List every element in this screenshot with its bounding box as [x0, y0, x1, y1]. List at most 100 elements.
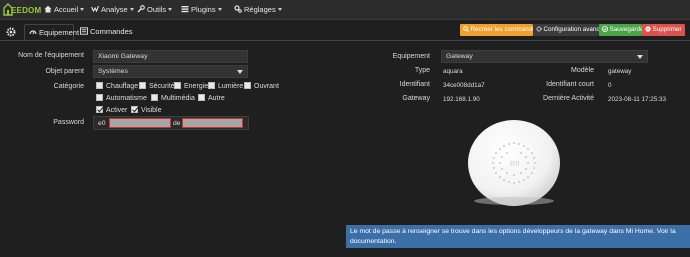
type-label: Type [414, 67, 430, 74]
category-energie[interactable]: Energie [174, 82, 208, 92]
recreate-commands-label: Recréer les commandes [470, 26, 539, 33]
nav-accueil-label: Accueil [54, 5, 79, 14]
delete-button[interactable]: Supprimer [642, 24, 685, 36]
password-redaction [109, 118, 171, 128]
chevron-down-icon [277, 8, 282, 11]
checkbox[interactable] [208, 82, 215, 89]
category-energie-label: Energie [184, 83, 209, 90]
last-activity-value: 2023-08-11 17:25:33 [608, 96, 667, 103]
parent-label: Objet parent [45, 68, 84, 75]
category-automatisme-label: Automatisme [106, 95, 147, 102]
category-autre-label: Autre [208, 95, 225, 102]
nav-plugins-label: Plugins [191, 5, 216, 14]
cogs-icon [536, 25, 542, 32]
model-value: gateway [608, 68, 632, 75]
chevron-down-icon [168, 8, 173, 11]
equipment-type-value: Gateway [446, 53, 473, 60]
password-info-alert: Le mot de passe à renseigner se trouve d… [346, 225, 690, 248]
category-securite-label: Sécurité [149, 83, 175, 90]
logo-text: EEDOM [11, 6, 42, 15]
category-autre[interactable]: Autre [198, 94, 225, 104]
category-lumiere-label: Lumière [218, 83, 244, 90]
minus-circle-icon [645, 25, 651, 32]
checkbox[interactable] [174, 82, 181, 89]
password-input[interactable]: e0 de [93, 116, 249, 130]
category-ouvrant[interactable]: Ouvrant [244, 82, 279, 92]
category-multimedia-label: Multimédia [161, 95, 195, 102]
checkbox[interactable] [244, 82, 251, 89]
check-circle-icon [602, 25, 608, 32]
tabs-divider [0, 40, 690, 41]
model-label: Modèle [571, 67, 594, 74]
category-securite[interactable]: Sécurité [139, 82, 175, 92]
category-chauffage[interactable]: Chauffage [96, 82, 138, 92]
name-label: Nom de l'équipement [18, 52, 84, 59]
nav-outils-label: Outils [147, 5, 167, 14]
nav-reglages-label: Réglages [244, 5, 276, 14]
chevron-down-icon [637, 55, 643, 59]
short-id-value: 0 [608, 82, 612, 89]
tab-equipement-label: Equipement [39, 28, 80, 37]
recreate-commands-button[interactable]: Recréer les commandes [460, 24, 539, 36]
chevron-down-icon [129, 8, 134, 11]
back-gear-icon[interactable] [6, 27, 16, 37]
gateway-ip-value: 192.168.1.90 [443, 96, 480, 103]
parent-select[interactable]: Systèmes [93, 65, 248, 78]
activate-toggle[interactable]: Activer [96, 106, 127, 116]
category-chauffage-label: Chauffage [106, 83, 139, 90]
tachometer-icon [29, 30, 37, 35]
chevron-down-icon [237, 70, 243, 74]
type-value: aquara [443, 68, 463, 75]
chevron-down-icon [217, 8, 222, 11]
visible-toggle[interactable]: Visible [131, 106, 162, 116]
gateway-ip-label: Gateway [402, 95, 430, 102]
checkbox[interactable] [96, 94, 103, 101]
activate-label: Activer [106, 107, 128, 114]
delete-label: Supprimer [652, 26, 682, 33]
identifier-label: Identifiant [399, 81, 430, 88]
checkbox[interactable] [139, 82, 146, 89]
password-redaction [182, 118, 243, 128]
category-lumiere[interactable]: Lumière [208, 82, 243, 92]
equipment-type-label: Equipement [392, 53, 430, 60]
checkbox[interactable] [198, 94, 205, 101]
parent-select-value: Systèmes [98, 68, 128, 75]
gateway-device-image: mi [468, 120, 560, 206]
wrench-icon [137, 5, 145, 13]
jeedom-logo[interactable]: EEDOM [3, 2, 42, 18]
tab-equipement[interactable]: Equipement [24, 24, 79, 40]
password-mid: de [173, 120, 181, 127]
name-input[interactable]: Xiaomi Gateway [93, 50, 248, 63]
save-label: Sauvegarder [609, 26, 646, 33]
category-multimedia[interactable]: Multimédia [151, 94, 195, 104]
nav-reglages[interactable]: Réglages [234, 4, 282, 15]
category-automatisme[interactable]: Automatisme [96, 94, 147, 104]
home-icon [44, 5, 52, 13]
nav-plugins[interactable]: Plugins [181, 4, 222, 15]
search-icon [463, 25, 469, 32]
nav-analyse[interactable]: Analyse [91, 4, 134, 15]
advanced-config-label: Configuration avancée [543, 26, 607, 33]
tasks-icon [181, 6, 189, 13]
nav-analyse-label: Analyse [101, 5, 128, 14]
list-icon [80, 27, 88, 35]
checkbox-checked[interactable] [131, 106, 138, 113]
last-activity-label: Dernière Activité [543, 95, 594, 102]
category-label: Catégorie [53, 83, 84, 90]
advanced-config-button[interactable]: Configuration avancée [533, 24, 607, 36]
save-button[interactable]: Sauvegarder [599, 24, 646, 36]
nav-outils[interactable]: Outils [137, 4, 173, 15]
checkbox[interactable] [151, 94, 158, 101]
tab-commandes[interactable]: Commandes [76, 24, 137, 40]
svg-text:mi: mi [510, 158, 520, 168]
checkbox-checked[interactable] [96, 106, 103, 113]
nav-accueil[interactable]: Accueil [44, 4, 85, 15]
category-ouvrant-label: Ouvrant [254, 83, 279, 90]
checkbox[interactable] [96, 82, 103, 89]
tab-commandes-label: Commandes [90, 27, 133, 36]
visible-label: Visible [141, 107, 162, 114]
short-id-label: Identifiant court [546, 81, 594, 88]
analysis-icon [91, 5, 99, 13]
equipment-type-select[interactable]: Gateway [441, 50, 648, 63]
chevron-down-icon [80, 8, 85, 11]
